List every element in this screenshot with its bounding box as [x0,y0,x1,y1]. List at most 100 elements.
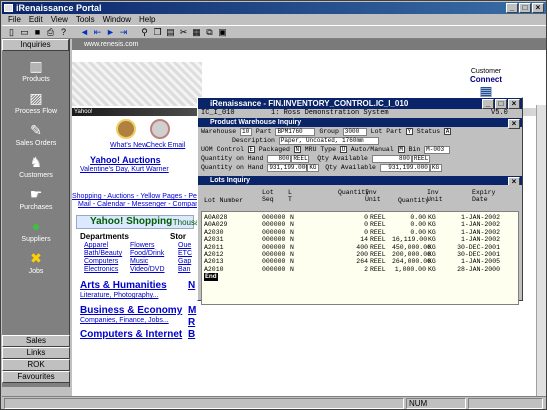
close-button[interactable]: × [532,3,544,13]
business-sub[interactable]: Companies, Finance, Jobs... [80,317,169,324]
cascade-icon[interactable]: ⧉ [204,27,215,38]
lots-grid[interactable]: A0A028 000000 N 0 REEL 0.00 KG 1-JAN-2002 A0A029… [201,211,519,305]
inv-maximize-button[interactable]: □ [495,99,507,109]
store-link[interactable]: Oue [178,242,191,249]
calculator-icon[interactable]: ▣ [217,27,228,38]
side-letter[interactable]: B [188,329,195,340]
group-field[interactable]: 3000 [342,128,367,136]
lot-row[interactable]: A2013 000000 N 264 REEL 264,000.00 KG 1-JAN-200… [202,258,518,265]
sidebar-rok[interactable]: ROK [2,359,70,371]
mru-field[interactable]: U [339,146,347,153]
forward-icon[interactable]: ► [105,27,116,38]
menu-edit[interactable]: Edit [25,14,47,25]
check-email-link[interactable]: Check Email [146,142,185,149]
uom-field[interactable]: E [247,146,255,153]
dept-link[interactable]: Video/DVD [130,266,165,273]
computers-link[interactable]: Computers & Internet [80,329,182,340]
menu-tools[interactable]: Tools [72,14,99,25]
qa1-field[interactable]: 800 [371,155,412,163]
lot-row[interactable]: A2031 000000 N 14 REEL 16,119.00 KG 1-JAN-2002 [202,236,518,243]
help-icon[interactable]: ? [58,27,69,38]
minimize-button[interactable]: _ [506,3,518,13]
binoculars-icon[interactable]: ⚲ [139,27,150,38]
qoh2-unit[interactable]: KG [307,164,320,172]
arts-sub[interactable]: Literature, Photography... [80,292,158,299]
sidebar-sales[interactable]: Sales [2,335,70,347]
warehouse-field[interactable]: 10 [240,128,253,136]
back-all-icon[interactable]: ⇤ [92,27,103,38]
lot-row[interactable]: A0A029 000000 N 0 REEL 0.00 KG 1-JAN-2002 [202,221,518,228]
yshop-title[interactable]: Yahoo! Shopping [90,216,172,227]
dept-link[interactable]: Electronics [84,266,118,273]
qoh1-unit[interactable]: REEL [291,155,310,163]
qa1-unit[interactable]: REEL [411,155,430,163]
lot-row[interactable]: A0A028 000000 N 0 REEL 0.00 KG 1-JAN-2002 [202,214,518,221]
sidebar-item-customers[interactable]: ♞ Customers [2,153,70,179]
paste-icon[interactable]: ▤ [165,27,176,38]
description-field[interactable]: Paper, Uncoated, 1760mm [278,137,379,145]
sidebar-item-process-flow[interactable]: ▨ Process Flow [2,89,70,115]
sidebar-item-jobs[interactable]: ✖ Jobs [2,249,70,275]
copy-icon[interactable]: ❐ [152,27,163,38]
side-letter[interactable]: M [188,305,196,316]
inv-minimize-button[interactable]: _ [482,99,494,109]
store-link[interactable]: Ban [178,266,190,273]
sidebar-links[interactable]: Links [2,347,70,359]
cut-icon[interactable]: ✂ [178,27,189,38]
side-letter[interactable]: R [188,317,195,328]
print-icon[interactable]: ⎙ [45,27,56,38]
valentines-link[interactable]: Valentine's Day, Kurt Warner [80,166,169,173]
dept-link[interactable]: Food/Drink [130,250,164,257]
sidebar-item-suppliers[interactable]: ● Suppliers [2,217,70,243]
auctions-link[interactable]: Yahoo! Auctions [90,155,161,165]
lot-row[interactable]: A2012 000000 N 200 REEL 200,000.00 KG 30-DEC-20… [202,251,518,258]
part-field[interactable]: BPM1760 [275,128,316,136]
arts-link[interactable]: Arts & Humanities [80,280,167,291]
lot-row[interactable]: A2011 000000 N 400 REEL 450,000.00 KG 30-DEC-20… [202,244,518,251]
qa2-unit[interactable]: KG [429,164,442,172]
whats-new-link[interactable]: What's New [110,142,147,149]
dept-link[interactable]: Computers [84,258,118,265]
qoh1-field[interactable]: 800 [267,155,292,163]
mail-links[interactable]: Mail - Calendar - Messenger - Companion [78,201,208,208]
menu-view[interactable]: View [47,14,72,25]
qoh2-field[interactable]: 931,199.000 [267,164,309,172]
sidebar-item-sales-orders[interactable]: ✎ Sales Orders [2,121,70,147]
side-letter[interactable]: N [188,280,195,291]
auto-manual-field[interactable]: M [397,146,405,153]
menu-window[interactable]: Window [99,14,135,25]
menu-file[interactable]: File [4,14,25,25]
packaged-field[interactable]: N [293,146,301,153]
back-icon[interactable]: ◄ [79,27,90,38]
lot-row[interactable]: A2030 000000 N 0 REEL 0.00 KG 1-JAN-2002 [202,229,518,236]
whats-new-icon[interactable] [116,119,136,139]
dept-link[interactable]: Bath/Beauty [84,250,122,257]
store-link[interactable]: ETC [178,250,192,257]
dept-link[interactable]: Music [130,258,148,265]
menu-help[interactable]: Help [135,14,159,25]
business-link[interactable]: Business & Economy [80,305,182,316]
save-icon[interactable]: ■ [32,27,43,38]
qa2-field[interactable]: 931,199.000 [379,164,430,172]
status-field[interactable]: A [444,128,452,135]
inv-close-button[interactable]: × [508,99,520,109]
sidebar-header[interactable]: Inquiries [2,39,69,51]
lot-part-field[interactable]: Y [405,128,413,135]
new-icon[interactable]: ▯ [6,27,17,38]
dept-link[interactable]: Apparel [84,242,108,249]
sidebar-item-purchases[interactable]: ☛ Purchases [2,185,70,211]
shopping-links[interactable]: Shopping - Auctions - Yellow Pages - Peo… [72,193,210,200]
forward-all-icon[interactable]: ⇥ [118,27,129,38]
sidebar-favourites[interactable]: Favourites [2,371,70,383]
bin-field[interactable]: M-003 [424,146,451,154]
lot-row[interactable]: A2010 000000 N 2 REEL 1,000.00 KG 28-JAN-2000 [202,266,518,273]
store-link[interactable]: Gap [178,258,191,265]
address-bar[interactable]: www.renesis.com [72,39,546,50]
check-email-icon[interactable] [150,119,170,139]
dept-link[interactable]: Flowers [130,242,155,249]
sidebar-item-products[interactable]: ▥ Products [2,57,70,83]
maximize-button[interactable]: □ [519,3,531,13]
browser-scrollbar[interactable] [536,105,546,396]
open-icon[interactable]: ▭ [19,27,30,38]
tile-icon[interactable]: ▦ [191,27,202,38]
